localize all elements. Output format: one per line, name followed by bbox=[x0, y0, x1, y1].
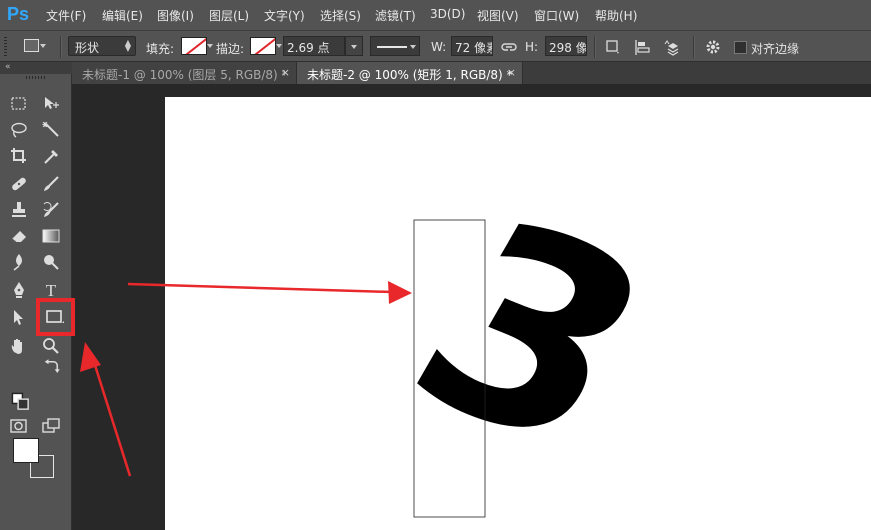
type-tool-icon[interactable]: T bbox=[40, 280, 62, 300]
menu-3d[interactable]: 3D(D) bbox=[430, 7, 465, 21]
tab-label: 未标题-1 @ 100% (图层 5, RGB/8) * bbox=[82, 68, 288, 82]
quick-mask-icon[interactable] bbox=[8, 416, 30, 436]
collapse-icon[interactable]: « bbox=[5, 62, 11, 72]
photoshop-logo: Ps bbox=[7, 4, 30, 24]
rectangle-icon bbox=[24, 39, 39, 52]
magic-wand-icon[interactable] bbox=[40, 120, 62, 140]
menu-edit[interactable]: 编辑(E) bbox=[102, 7, 143, 24]
divider bbox=[60, 36, 62, 58]
brush-tool-icon[interactable] bbox=[40, 174, 62, 194]
path-arrangement-icon[interactable] bbox=[663, 37, 683, 57]
zoom-tool-icon[interactable] bbox=[40, 336, 62, 356]
stroke-type-select[interactable] bbox=[370, 36, 420, 56]
path-operations-icon[interactable] bbox=[603, 37, 623, 57]
menu-select[interactable]: 选择(S) bbox=[320, 7, 361, 24]
clone-stamp-icon[interactable] bbox=[8, 200, 30, 220]
tool-preset-picker[interactable] bbox=[16, 36, 50, 56]
document-tabs: 未标题-1 @ 100% (图层 5, RGB/8) * × 未标题-2 @ 1… bbox=[72, 62, 871, 84]
chevron-down-icon[interactable] bbox=[207, 44, 213, 51]
eyedropper-icon[interactable] bbox=[40, 146, 62, 166]
chevron-down-icon[interactable] bbox=[276, 44, 282, 51]
foreground-color-swatch[interactable] bbox=[13, 438, 39, 463]
path-alignment-icon[interactable] bbox=[633, 37, 653, 57]
screen-mode-icon[interactable] bbox=[40, 416, 62, 436]
close-icon[interactable]: × bbox=[281, 66, 290, 79]
menu-bar: Ps 文件(F) 编辑(E) 图像(I) 图层(L) 文字(Y) 选择(S) 滤… bbox=[0, 0, 871, 30]
shape-mode-select[interactable]: 形状 ▲ ▼ bbox=[68, 36, 136, 56]
fill-swatch[interactable] bbox=[181, 37, 207, 55]
gear-icon[interactable] bbox=[703, 37, 723, 57]
stroke-width-dropdown[interactable] bbox=[345, 36, 363, 56]
tab-document-1[interactable]: 未标题-1 @ 100% (图层 5, RGB/8) * × bbox=[72, 62, 297, 84]
default-colors-icon[interactable] bbox=[10, 392, 29, 410]
fill-label: 填充: bbox=[146, 42, 175, 56]
canvas[interactable]: 3 bbox=[165, 97, 871, 530]
menu-window[interactable]: 窗口(W) bbox=[534, 7, 579, 24]
hand-tool-icon[interactable] bbox=[8, 336, 30, 356]
updown-icon: ▲ ▼ bbox=[124, 38, 131, 53]
stroke-width-input[interactable]: 2.69 点 bbox=[283, 36, 345, 56]
eraser-tool-icon[interactable] bbox=[8, 226, 30, 246]
height-input[interactable]: 298 像素 bbox=[545, 36, 587, 56]
menu-help[interactable]: 帮助(H) bbox=[595, 7, 637, 24]
pen-tool-icon[interactable] bbox=[8, 280, 30, 300]
close-icon[interactable]: × bbox=[507, 66, 516, 79]
tab-label: 未标题-2 @ 100% (矩形 1, RGB/8) * bbox=[307, 68, 513, 82]
divider bbox=[693, 36, 695, 58]
gradient-tool-icon[interactable] bbox=[40, 226, 62, 246]
menu-type[interactable]: 文字(Y) bbox=[264, 7, 305, 24]
toolbox-header[interactable]: « bbox=[0, 62, 72, 74]
width-label: W: bbox=[431, 40, 447, 54]
menu-image[interactable]: 图像(I) bbox=[157, 7, 194, 24]
options-bar: 形状 ▲▼ 填充: 描边: 2.69 点 W: 72 像素 H: 298 像素 … bbox=[0, 30, 871, 62]
menu-view[interactable]: 视图(V) bbox=[477, 7, 519, 24]
rectangle-tool-highlight bbox=[36, 298, 75, 336]
align-edges-label: 对齐边缘 bbox=[751, 42, 800, 56]
toolbox-grip[interactable] bbox=[26, 76, 46, 79]
menu-filter[interactable]: 滤镜(T) bbox=[375, 7, 416, 24]
swap-colors-icon[interactable] bbox=[40, 358, 60, 374]
menu-file[interactable]: 文件(F) bbox=[46, 7, 86, 24]
chevron-down-icon bbox=[40, 44, 46, 51]
blur-tool-icon[interactable] bbox=[8, 252, 30, 272]
move-tool-icon[interactable] bbox=[40, 94, 62, 114]
tab-document-2[interactable]: 未标题-2 @ 100% (矩形 1, RGB/8) * × bbox=[297, 62, 523, 84]
canvas-artwork: 3 bbox=[365, 162, 698, 518]
stroke-swatch[interactable] bbox=[250, 37, 276, 55]
link-icon[interactable] bbox=[499, 37, 519, 57]
align-edges-checkbox[interactable] bbox=[734, 41, 747, 54]
shape-mode-value: 形状 bbox=[75, 41, 100, 55]
dodge-tool-icon[interactable] bbox=[40, 252, 62, 272]
width-input[interactable]: 72 像素 bbox=[451, 36, 493, 56]
number-three-shape: 3 bbox=[365, 162, 698, 507]
height-label: H: bbox=[525, 40, 539, 54]
crop-tool-icon[interactable] bbox=[8, 146, 30, 166]
history-brush-icon[interactable] bbox=[40, 200, 62, 220]
marquee-tool-icon[interactable] bbox=[8, 94, 30, 114]
healing-brush-icon[interactable] bbox=[8, 174, 30, 194]
path-selection-icon[interactable] bbox=[8, 307, 30, 327]
menu-layer[interactable]: 图层(L) bbox=[209, 7, 249, 24]
options-bar-grip[interactable] bbox=[4, 37, 7, 57]
divider bbox=[594, 36, 596, 58]
lasso-tool-icon[interactable] bbox=[8, 120, 30, 140]
stroke-label: 描边: bbox=[216, 42, 245, 56]
